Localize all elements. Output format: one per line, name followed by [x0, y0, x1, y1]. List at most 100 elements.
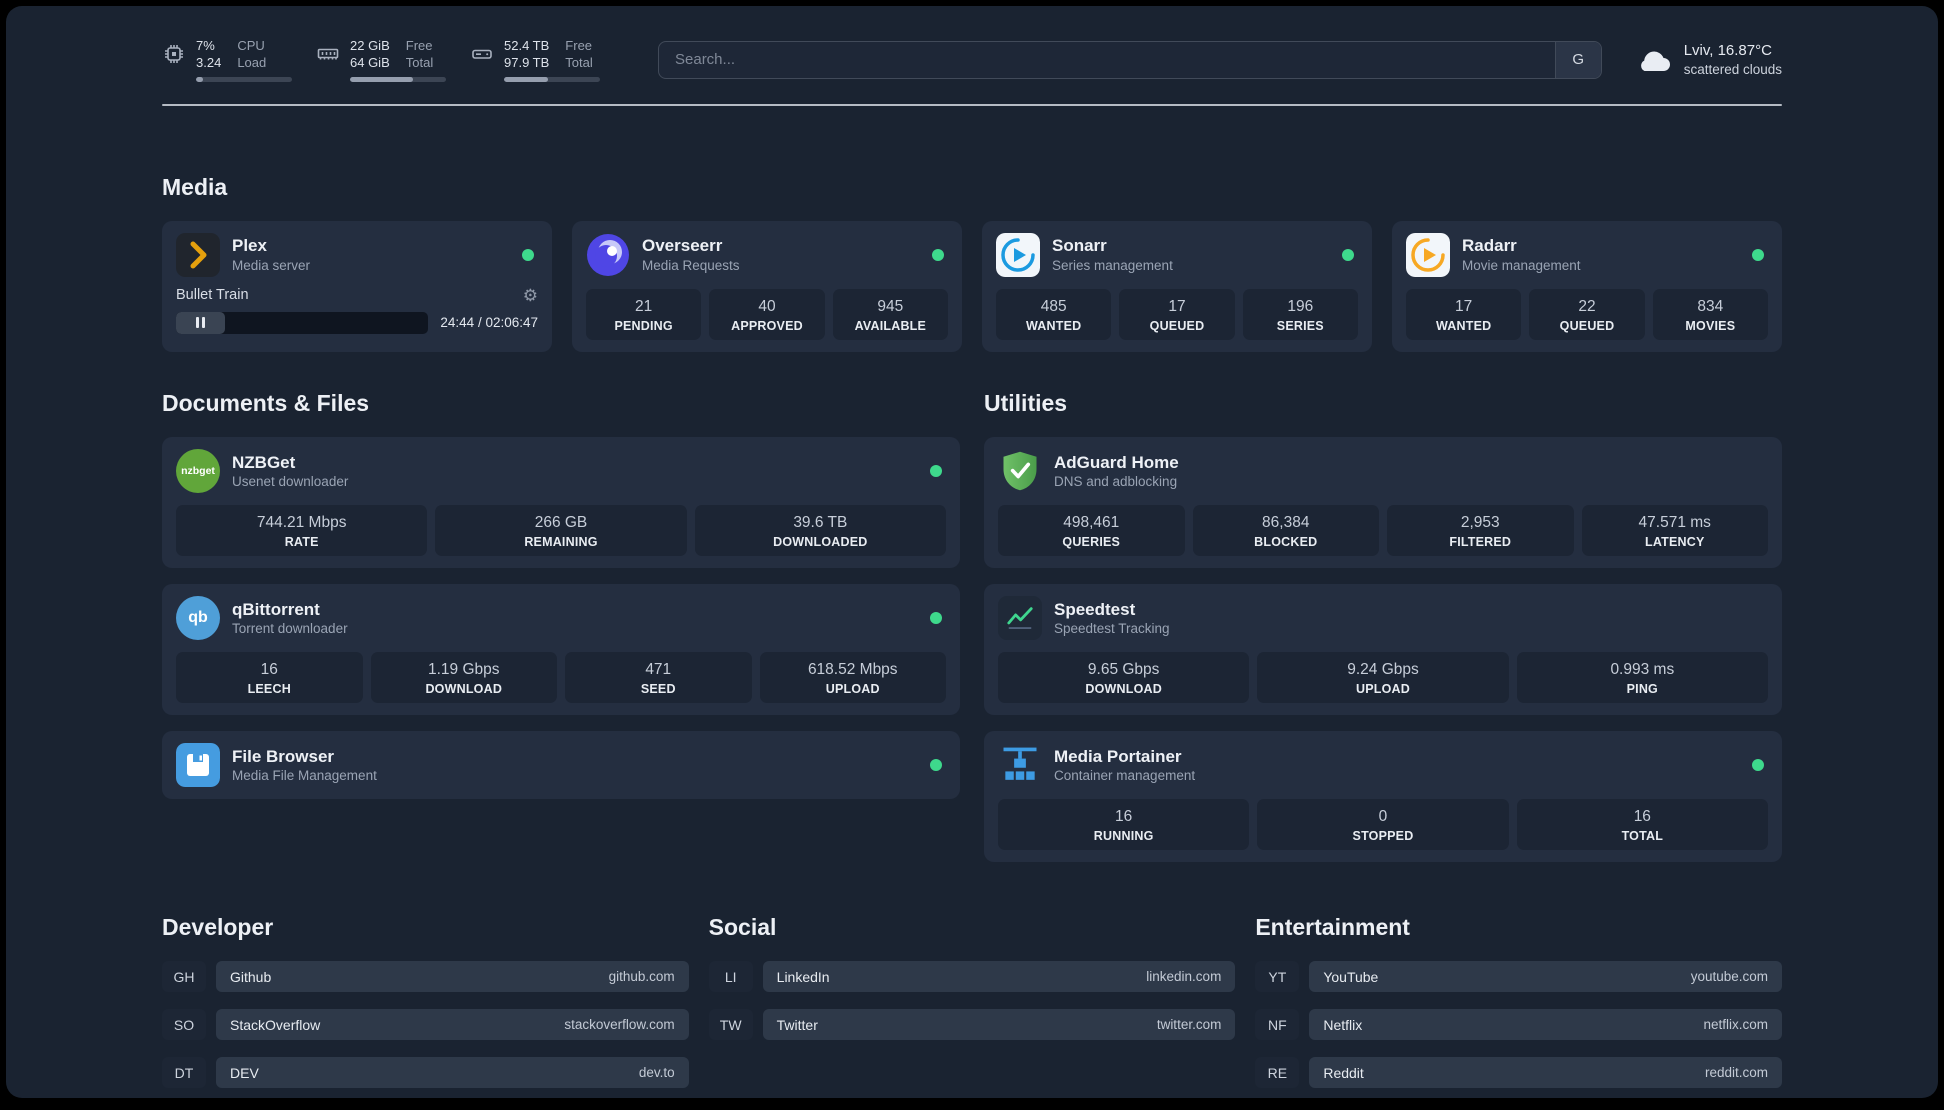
bookmark-link[interactable]: Reddit reddit.com: [1309, 1057, 1782, 1089]
adguard-icon[interactable]: [998, 449, 1042, 493]
stat-rate: 744.21 Mbps RATE: [176, 504, 428, 557]
status-dot: [930, 759, 942, 772]
stat-downloaded: 39.6 TB DOWNLOADED: [694, 504, 946, 557]
service-card-sonarr: Sonarr Series management 485 WANTED 17 Q…: [982, 220, 1372, 352]
filebrowser-link[interactable]: File Browser Media File Management: [176, 743, 946, 788]
service-name: Radarr: [1462, 236, 1517, 256]
sonarr-icon[interactable]: [996, 232, 1040, 277]
bookmark-abbr[interactable]: SO: [162, 1009, 206, 1041]
status-dot: [930, 612, 942, 625]
speedtest-link[interactable]: Speedtest Speedtest Tracking: [998, 596, 1768, 641]
service-card-speedtest: Speedtest Speedtest Tracking 9.65 Gbps D…: [984, 584, 1782, 716]
service-name: Plex: [232, 236, 267, 256]
cpu-values: 7% 3.24: [196, 38, 221, 72]
bookmark-link[interactable]: StackOverflow stackoverflow.com: [216, 1009, 689, 1041]
bookmark-link[interactable]: YouTube youtube.com: [1309, 961, 1782, 993]
filebrowser-icon[interactable]: [176, 743, 220, 788]
memory-values: 22 GiB 64 GiB: [350, 38, 390, 72]
settings-icon[interactable]: ⚙: [523, 287, 538, 304]
stat-series: 196 SERIES: [1242, 288, 1358, 340]
service-subtitle: Movie management: [1462, 257, 1581, 273]
bookmark-abbr[interactable]: DT: [162, 1057, 206, 1089]
service-name: AdGuard Home: [1054, 452, 1179, 472]
playback-time: 24:44 / 02:06:47: [440, 315, 538, 331]
qbittorrent-icon[interactable]: qb: [176, 596, 220, 641]
memory-usage-bar: [350, 76, 446, 82]
cpu-usage-bar: [196, 76, 292, 82]
documents-column: Documents & Files nzbget NZBGet Usenet d…: [162, 390, 960, 862]
service-subtitle: Container management: [1054, 768, 1196, 784]
bookmark-group-developer: Developer GH Github github.com SO StackO…: [162, 914, 689, 1098]
disk-icon: [472, 49, 492, 59]
cpu-icon: [165, 45, 183, 63]
bookmark-dev: DT DEV dev.to: [162, 1057, 689, 1089]
nzbget-icon[interactable]: nzbget: [176, 448, 220, 493]
bookmark-abbr[interactable]: LI: [708, 961, 753, 993]
cpu-load-value: 3.24: [196, 54, 222, 70]
playback-progress-track[interactable]: [176, 311, 429, 334]
plex-icon[interactable]: [176, 232, 220, 277]
stat-download: 1.19 Gbps DOWNLOAD: [370, 652, 557, 704]
radarr-icon[interactable]: [1406, 232, 1450, 277]
search-bar: G: [658, 40, 1602, 79]
nzbget-link[interactable]: nzbget NZBGet Usenet downloader: [176, 448, 946, 493]
media-grid: Plex Media server Bullet Train ⚙ 24:44 /…: [162, 220, 1782, 352]
service-subtitle: Media server: [232, 257, 311, 273]
sonarr-link[interactable]: Sonarr Series management: [996, 232, 1358, 277]
overseerr-icon[interactable]: [586, 233, 630, 277]
memory-total: 64 GiB: [350, 54, 390, 70]
section-title-media: Media: [162, 173, 228, 200]
search-provider-button[interactable]: G: [1554, 41, 1601, 78]
dashboard-page: 7% 3.24 CPU Load 22 GiB 64 GiB Free Tota…: [6, 6, 1938, 1098]
bookmark-link[interactable]: Netflix netflix.com: [1309, 1009, 1782, 1041]
bookmark-abbr[interactable]: NF: [1255, 1009, 1300, 1041]
cpu-labels: CPU Load: [237, 38, 267, 70]
bookmark-twitter: TW Twitter twitter.com: [708, 1009, 1236, 1041]
speedtest-icon[interactable]: [998, 596, 1042, 641]
stat-pending: 21 PENDING: [586, 288, 702, 340]
service-name: File Browser: [232, 746, 335, 766]
pause-icon: [196, 317, 200, 329]
plex-player: 24:44 / 02:06:47: [176, 311, 538, 334]
bookmark-abbr[interactable]: TW: [708, 1009, 753, 1041]
service-subtitle: Speedtest Tracking: [1054, 620, 1170, 636]
service-subtitle: Series management: [1052, 257, 1173, 273]
top-bar: 7% 3.24 CPU Load 22 GiB 64 GiB Free Tota…: [162, 6, 1782, 82]
memory-free: 22 GiB: [350, 38, 390, 53]
bookmark-link[interactable]: LinkedIn linkedin.com: [762, 961, 1236, 993]
service-card-overseerr: Overseerr Media Requests 21 PENDING 40 A…: [572, 220, 962, 352]
bookmark-stackoverflow: SO StackOverflow stackoverflow.com: [162, 1009, 689, 1041]
bookmark-link[interactable]: Twitter twitter.com: [762, 1009, 1236, 1041]
weather-location: Lviv, 16.87°C: [1683, 41, 1772, 59]
bookmark-abbr[interactable]: RE: [1255, 1057, 1300, 1089]
stat-leech: 16 LEECH: [176, 652, 363, 704]
service-card-adguard: AdGuard Home DNS and adblocking 498,461 …: [984, 436, 1782, 569]
adguard-link[interactable]: AdGuard Home DNS and adblocking: [998, 449, 1768, 493]
disk-usage-bar: [504, 76, 600, 82]
qbittorrent-link[interactable]: qb qBittorrent Torrent downloader: [176, 596, 946, 641]
bookmark-github: GH Github github.com: [162, 961, 689, 993]
bookmark-link[interactable]: Github github.com: [216, 961, 689, 993]
service-card-plex: Plex Media server Bullet Train ⚙ 24:44 /…: [162, 220, 552, 352]
service-name: Overseerr: [642, 236, 723, 256]
portainer-link[interactable]: Media Portainer Container management: [998, 743, 1768, 787]
status-dot: [932, 248, 944, 261]
section-title-utilities: Utilities: [984, 389, 1068, 416]
radarr-link[interactable]: Radarr Movie management: [1406, 232, 1768, 277]
bookmark-abbr[interactable]: YT: [1255, 961, 1300, 993]
search-input[interactable]: [659, 41, 1555, 78]
bookmark-link[interactable]: DEV dev.to: [216, 1057, 689, 1089]
status-dot: [522, 248, 534, 261]
overseerr-link[interactable]: Overseerr Media Requests: [586, 233, 948, 277]
now-playing-title: Bullet Train: [176, 287, 249, 304]
bookmark-abbr[interactable]: GH: [162, 961, 206, 993]
stat-total: 16 TOTAL: [1516, 799, 1768, 851]
plex-link[interactable]: Plex Media server: [176, 232, 538, 277]
stat-upload: 618.52 Mbps UPLOAD: [759, 652, 946, 704]
bookmark-group-entertainment: Entertainment YT YouTube youtube.com NF …: [1255, 914, 1782, 1098]
disk-total: 97.9 TB: [504, 54, 550, 70]
portainer-icon[interactable]: [998, 743, 1042, 787]
disk-labels: Free Total: [565, 38, 593, 70]
status-dot: [1752, 248, 1764, 261]
status-dot: [1342, 248, 1354, 261]
